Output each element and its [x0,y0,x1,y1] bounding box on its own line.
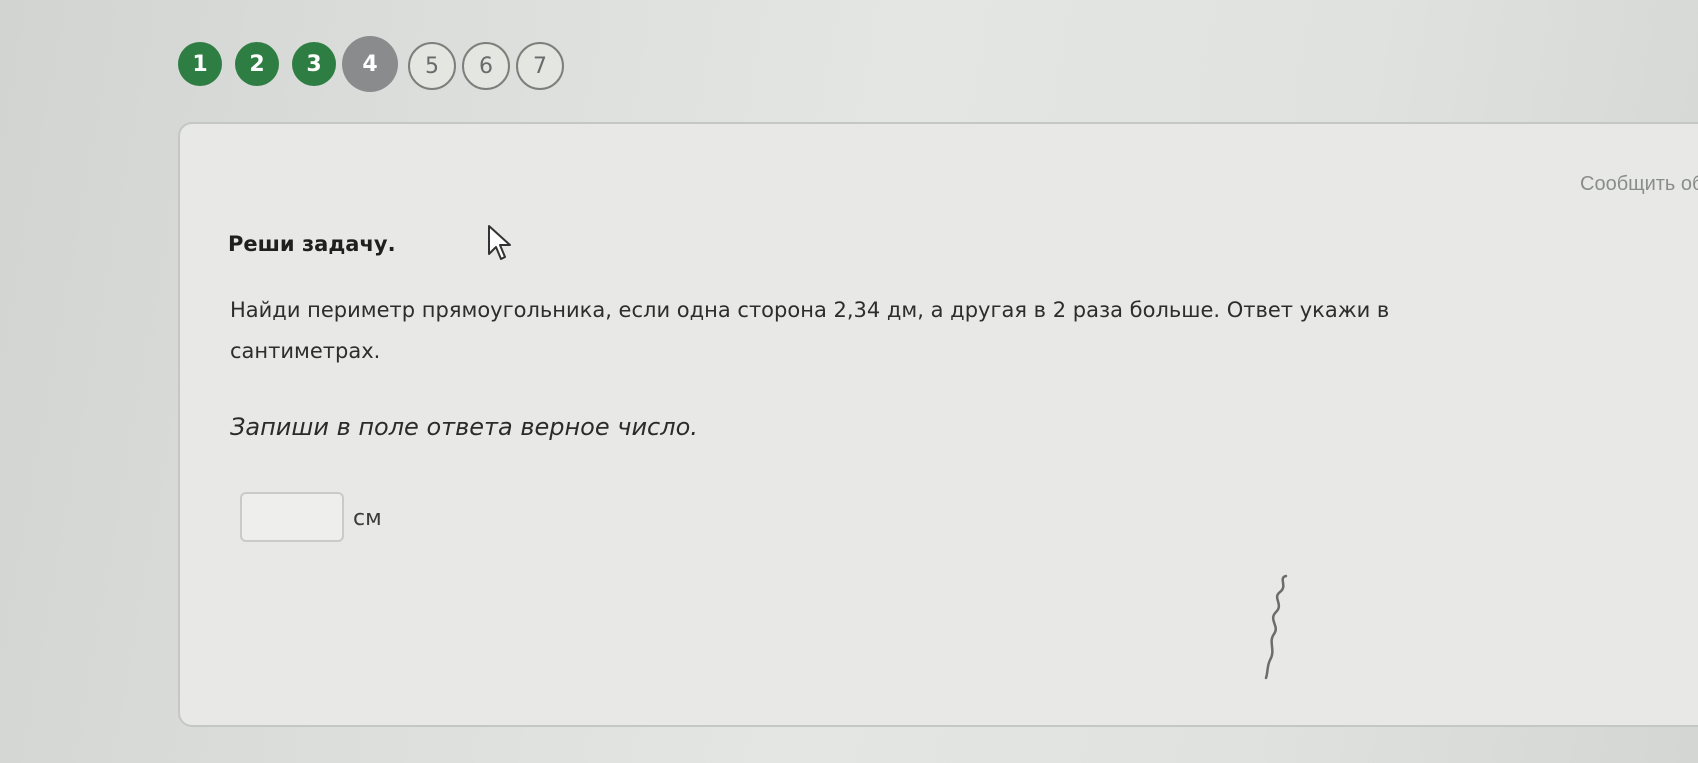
step-7-button[interactable]: 7 [516,42,564,90]
answer-unit-label: см [353,506,382,531]
screen-scratch-mark [1264,574,1288,680]
report-error-link[interactable]: Сообщить об [1580,173,1698,196]
answer-input[interactable] [240,492,344,542]
task-title: Реши задачу. [228,232,396,256]
mouse-pointer-icon [488,225,511,260]
step-6-button[interactable]: 6 [462,42,510,90]
answer-instruction: Запиши в поле ответа верное число. [230,413,698,441]
progress-stepper: 1 2 3 4 5 6 7 [178,36,578,92]
step-1-button[interactable]: 1 [178,42,222,86]
step-3-button[interactable]: 3 [292,42,336,86]
step-4-button[interactable]: 4 [342,36,398,92]
problem-text-line-1: Найди периметр прямоугольника, если одна… [230,298,1390,322]
problem-text: Найди периметр прямоугольника, если одна… [230,290,1400,372]
step-2-button[interactable]: 2 [235,42,279,86]
step-5-button[interactable]: 5 [408,42,456,90]
problem-text-line-2: сантиметрах. [230,339,381,363]
